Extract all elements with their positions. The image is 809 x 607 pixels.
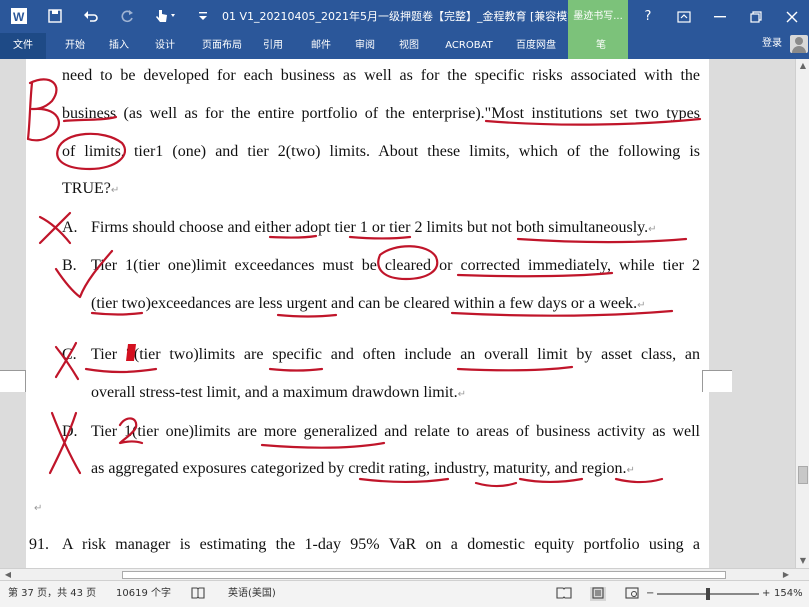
- web-layout-icon[interactable]: [624, 587, 640, 601]
- vertical-scroll-thumb[interactable]: [798, 466, 808, 484]
- option-a-text: Firms should choose and either adopt tie…: [91, 219, 657, 236]
- empty-paragraph-mark: ↵: [34, 503, 43, 514]
- scroll-down-arrow-icon[interactable]: ▼: [796, 554, 809, 568]
- restore-icon[interactable]: [738, 0, 774, 33]
- tab-home[interactable]: 开始: [56, 33, 94, 59]
- zoom-out-button[interactable]: −: [646, 581, 654, 607]
- word-app-icon: W: [8, 5, 30, 27]
- sign-in-link[interactable]: 登录: [762, 33, 782, 55]
- horizontal-scrollbar[interactable]: ◀ ▶: [0, 568, 809, 580]
- tab-design[interactable]: 设计: [146, 33, 184, 59]
- svg-text:W: W: [13, 10, 25, 24]
- option-letter-b: B.: [62, 257, 77, 274]
- tab-references[interactable]: 引用: [254, 33, 292, 59]
- read-mode-icon[interactable]: [556, 587, 572, 601]
- proofing-book-icon[interactable]: [190, 587, 206, 601]
- horizontal-scroll-thumb[interactable]: [122, 571, 726, 579]
- redo-icon[interactable]: [116, 5, 138, 27]
- paragraph-line: business (as well as for the entire port…: [62, 105, 700, 122]
- help-icon[interactable]: ?: [630, 0, 666, 33]
- option-b-text: (tier two)exceedances are less urgent an…: [91, 295, 646, 312]
- title-bar: W 01 V1_20210405_2021年5月一级押题卷【完整】_金程教育 […: [0, 0, 809, 33]
- option-c-text: Tier 2(tier two)limits are specific and …: [91, 346, 700, 363]
- question-text: A risk manager is estimating the 1-day 9…: [62, 536, 700, 553]
- word-count-status[interactable]: 10619 个字: [116, 581, 171, 607]
- vertical-scrollbar[interactable]: ▲ ▼: [795, 59, 809, 568]
- tab-pens[interactable]: 笔: [584, 33, 618, 59]
- zoom-level[interactable]: 154%: [774, 581, 803, 607]
- zoom-slider-thumb[interactable]: [706, 588, 710, 600]
- paragraph-line: need to be developed for each business a…: [62, 67, 700, 84]
- close-icon[interactable]: [774, 0, 809, 33]
- document-area[interactable]: need to be developed for each business a…: [0, 59, 795, 568]
- scroll-up-arrow-icon[interactable]: ▲: [796, 59, 809, 73]
- status-bar: 第 37 页，共 43 页 10619 个字 英语(美国) − + 154%: [0, 580, 809, 607]
- option-letter-c: C.: [62, 346, 77, 363]
- paragraph-line: TRUE?↵: [62, 180, 120, 197]
- tab-view[interactable]: 视图: [390, 33, 428, 59]
- ink-tools-tab[interactable]: 墨迹书写...: [568, 0, 628, 33]
- ribbon-tab-bar: 文件 开始 插入 设计 页面布局 引用 邮件 审阅 视图 ACROBAT 百度网…: [0, 33, 809, 59]
- option-d-text: as aggregated exposures categorized by c…: [91, 460, 635, 477]
- tab-file[interactable]: 文件: [0, 33, 46, 59]
- tab-mailings[interactable]: 邮件: [302, 33, 340, 59]
- page-count-status[interactable]: 第 37 页，共 43 页: [8, 581, 96, 607]
- question-number: 91.: [29, 536, 49, 553]
- avatar[interactable]: [790, 35, 808, 53]
- touch-mode-icon[interactable]: [152, 5, 180, 27]
- tab-acrobat[interactable]: ACROBAT: [438, 33, 500, 59]
- option-c-text: overall stress-test limit, and a maximum…: [91, 384, 466, 401]
- tab-review[interactable]: 审阅: [346, 33, 384, 59]
- ribbon-display-options-icon[interactable]: [666, 0, 702, 33]
- print-layout-icon[interactable]: [590, 587, 606, 601]
- zoom-in-button[interactable]: +: [762, 581, 770, 607]
- minimize-icon[interactable]: [702, 0, 738, 33]
- page-break-marker-right: [702, 370, 732, 392]
- option-letter-d: D.: [62, 423, 78, 440]
- option-b-text: Tier 1(tier one)limit exceedances must b…: [91, 257, 700, 274]
- save-icon[interactable]: [44, 5, 66, 27]
- customize-quick-access-icon[interactable]: [192, 5, 214, 27]
- language-status[interactable]: 英语(美国): [228, 581, 276, 607]
- tab-page-layout[interactable]: 页面布局: [194, 33, 250, 59]
- undo-icon[interactable]: [80, 5, 102, 27]
- tab-baidu-netdisk[interactable]: 百度网盘: [508, 33, 564, 59]
- option-d-text: Tier 1(tier one)limits are more generali…: [91, 423, 700, 440]
- option-letter-a: A.: [62, 219, 78, 236]
- paragraph-line: of limits, tier1 (one) and tier 2(two) l…: [62, 143, 700, 160]
- window-title: 01 V1_20210405_2021年5月一级押题卷【完整】_金程教育 [兼容…: [222, 10, 623, 23]
- tab-insert[interactable]: 插入: [100, 33, 138, 59]
- page-break-marker-left: [0, 370, 26, 392]
